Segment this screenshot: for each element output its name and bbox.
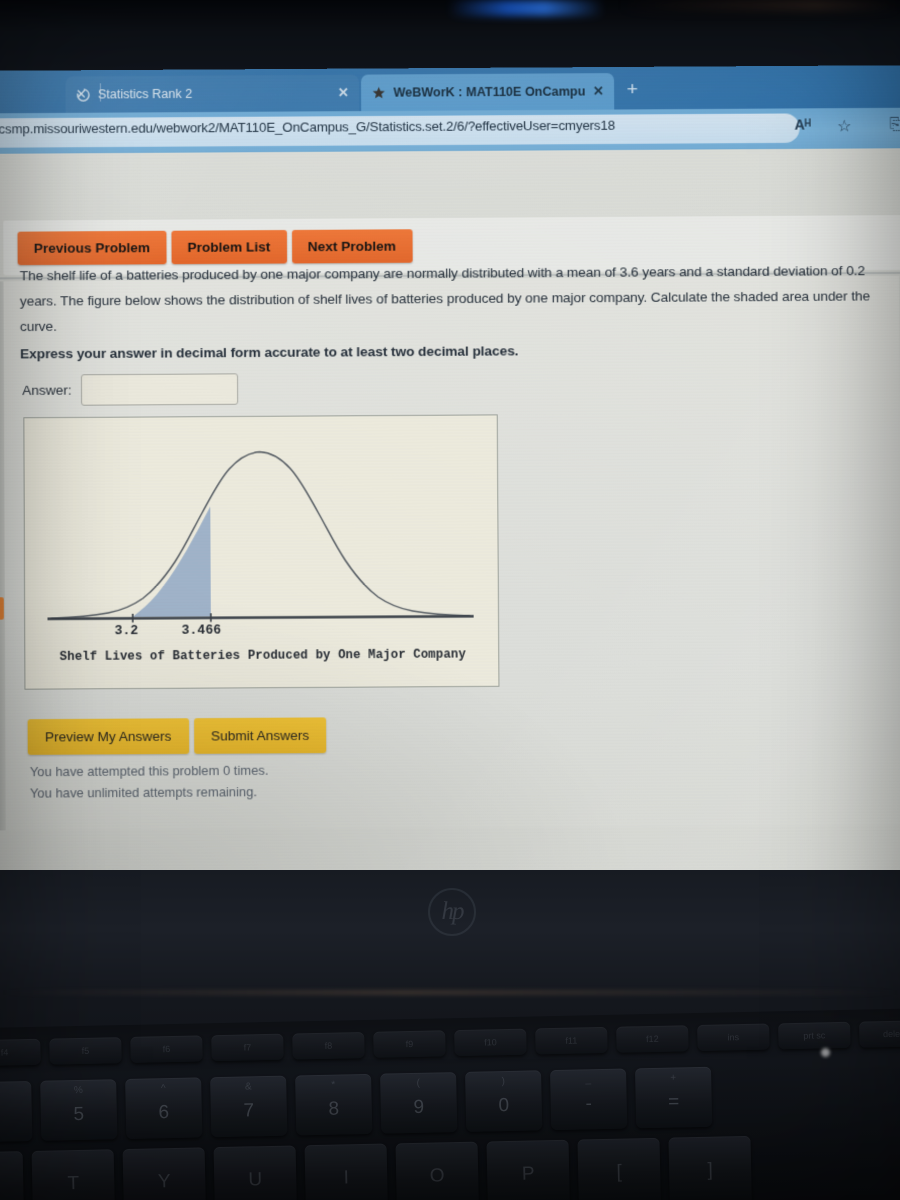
answer-row: Answer: [22,373,238,406]
webwork-icon [372,86,385,98]
key-bracket-right[interactable]: ] [668,1135,752,1200]
key-8-label: 8 [328,1098,340,1120]
key-equals[interactable]: + = [634,1066,713,1129]
laptop-keyboard: f4 f5 f6 f7 f8 f9 f10 f11 f12 ins prt sc… [0,1007,900,1200]
answer-action-buttons: Preview My Answers Submit Answers [27,717,327,755]
key-prtsc[interactable]: prt sc [778,1021,851,1050]
laptop-photo-stage: ✕ Statistics Rank 2 ✕ WeBWorK : MAT110E … [0,0,900,1200]
key-0-shift: ) [501,1076,506,1088]
key-minus-label: - [585,1092,593,1114]
key-0-label: 0 [498,1094,510,1116]
preview-my-answers-button[interactable]: Preview My Answers [27,718,189,755]
distribution-figure: 3.2 3.466 Shelf Lives of Batteries Produ… [23,414,500,690]
browser-tab-title: Statistics Rank 2 [97,86,193,102]
answer-label: Answer: [22,382,72,398]
key-u[interactable]: U [213,1145,297,1200]
close-icon[interactable]: ✕ [593,83,604,99]
normal-curve-line [51,451,470,619]
new-tab-button[interactable]: + [622,79,642,101]
key-7[interactable]: & 7 [210,1075,288,1138]
key-f7[interactable]: f7 [211,1033,284,1062]
shaded-area-region [132,506,211,617]
key-t[interactable]: T [31,1149,116,1200]
x-tick-label-2: 3.466 [181,622,222,638]
key-8[interactable]: * 8 [295,1073,373,1136]
favorite-star-icon[interactable]: ☆ [837,116,852,136]
key-minus-shift: _ [585,1074,592,1086]
key-equals-label: = [667,1090,680,1113]
close-icon[interactable]: ✕ [338,85,349,101]
key-r[interactable]: R [0,1151,25,1200]
problem-body-text: The shelf life of a batteries produced b… [19,262,871,335]
key-f8[interactable]: f8 [292,1031,365,1060]
key-f4[interactable]: f4 [0,1038,41,1067]
x-tick-label-1: 3.2 [114,622,139,639]
key-9-shift: ( [416,1077,421,1089]
key-f10[interactable]: f10 [454,1028,527,1057]
key-ins[interactable]: ins [697,1023,770,1052]
attempt-status: You have attempted this problem 0 times.… [30,760,269,804]
keyboard-function-row: f4 f5 f6 f7 f8 f9 f10 f11 f12 ins prt sc… [0,1020,900,1067]
key-f9[interactable]: f9 [373,1030,446,1058]
split-screen-icon[interactable]: ⎘ [890,116,900,133]
bezel-blue-glare [448,0,604,16]
key-i[interactable]: I [304,1143,388,1200]
key-minus[interactable]: _ - [550,1068,628,1131]
normal-curve-plot [24,415,498,648]
laptop-body: hp f4 f5 f6 f7 f8 f9 f10 f11 f12 ins prt… [0,870,900,1200]
key-5[interactable]: % 5 [40,1079,118,1141]
key-f12[interactable]: f12 [616,1025,689,1053]
problem-instruction-text: Express your answer in decimal form accu… [20,343,519,362]
read-aloud-icon[interactable]: Aᴴ [794,116,811,132]
answer-input[interactable] [80,373,238,406]
key-9-label: 9 [413,1096,425,1118]
key-p[interactable]: P [486,1139,570,1200]
key-6-label: 6 [158,1101,170,1123]
key-f5[interactable]: f5 [49,1037,122,1065]
figure-caption: Shelf Lives of Batteries Produced by One… [59,647,466,665]
key-f11[interactable]: f11 [535,1026,608,1055]
hp-logo: hp [428,888,476,936]
keyboard-light-reflection [821,1048,830,1057]
key-4[interactable]: $ 4 [0,1080,33,1143]
key-0[interactable]: ) 0 [465,1070,543,1132]
key-equals-shift: + [670,1072,677,1084]
attempts-remaining-text: You have unlimited attempts remaining. [29,784,258,801]
key-5-shift: % [73,1084,83,1097]
key-7-shift: & [244,1081,252,1093]
next-problem-button[interactable]: Next Problem [291,229,413,264]
submit-answers-button[interactable]: Submit Answers [193,717,327,754]
x-axis [47,616,473,619]
problem-list-button[interactable]: Problem List [171,230,287,265]
keyboard-letter-row: R T Y U I O P [ ] [0,1135,752,1200]
browser-tab-title: WeBWorK : MAT110E OnCampus [393,84,586,100]
problem-statement: The shelf life of a batteries produced b… [20,258,888,367]
loading-spinner-icon [76,88,90,101]
key-9[interactable]: ( 9 [380,1072,458,1134]
keyboard-number-row: $ 4 % 5 ^ 6 & 7 * 8 [0,1066,713,1143]
laptop-top-bezel [0,0,900,72]
problem-nav-buttons: Previous Problem Problem List Next Probl… [17,229,413,266]
key-y[interactable]: Y [122,1147,206,1200]
key-5-label: 5 [73,1103,85,1125]
browser-tab-statistics[interactable]: Statistics Rank 2 ✕ [65,74,360,113]
key-8-shift: * [331,1079,336,1091]
key-bracket-left[interactable]: [ [577,1137,661,1200]
bezel-warm-glare [620,0,900,10]
key-6[interactable]: ^ 6 [125,1077,203,1139]
deck-edge-highlight [0,990,900,995]
browser-tab-webwork[interactable]: WeBWorK : MAT110E OnCampus ✕ [360,73,615,112]
offscreen-orange-element [0,597,4,620]
browser-tab-strip: ✕ Statistics Rank 2 ✕ WeBWorK : MAT110E … [0,65,900,114]
key-6-shift: ^ [160,1083,166,1095]
key-7-label: 7 [243,1099,255,1122]
laptop-screen: ✕ Statistics Rank 2 ✕ WeBWorK : MAT110E … [0,65,900,886]
key-f6[interactable]: f6 [130,1035,203,1063]
key-o[interactable]: O [395,1141,479,1200]
attempts-used-text: You have attempted this problem 0 times. [29,762,269,780]
key-delete[interactable]: delete [859,1020,900,1048]
previous-problem-button[interactable]: Previous Problem [17,230,167,266]
webwork-page: Previous Problem Problem List Next Probl… [0,148,900,886]
